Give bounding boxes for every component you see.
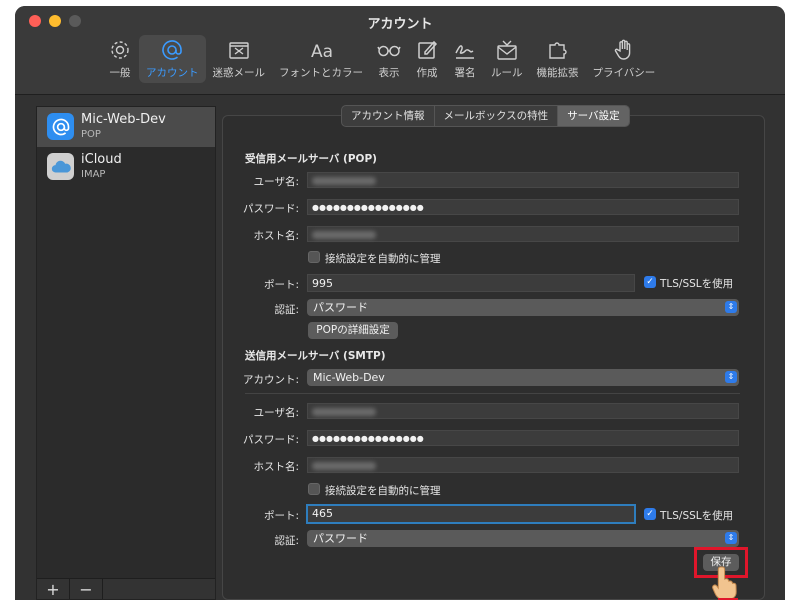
tab-extensions-label: 機能拡張 <box>536 67 579 79</box>
outgoing-tls-checkbox[interactable]: ✓ <box>644 508 656 520</box>
outgoing-auto-manage-label: 接続設定を自動的に管理 <box>325 485 441 497</box>
tab-privacy[interactable]: プライバシー <box>586 35 663 83</box>
outgoing-password-field[interactable]: ●●●●●●●●●●●●●●●● <box>307 430 739 446</box>
tab-signatures-label: 署名 <box>454 67 476 79</box>
outgoing-password-label: パスワード: <box>242 434 299 446</box>
puzzle-icon <box>548 42 567 59</box>
at-icon <box>162 40 183 60</box>
incoming-tls-label: TLS/SSLを使用 <box>660 278 734 290</box>
sidebar-toolbar: + − <box>37 578 215 599</box>
outgoing-section-title: 送信用メールサーバ (SMTP) <box>245 350 386 362</box>
tab-server-settings[interactable]: サーバ設定 <box>558 106 629 126</box>
signature-icon <box>455 45 474 59</box>
incoming-port-field[interactable]: 995 <box>307 274 635 292</box>
outgoing-port-label: ポート: <box>263 510 299 522</box>
chevron-updown-icon: ⇕ <box>725 371 737 383</box>
account-item-mic-web-dev[interactable]: Mic-Web-Dev POP <box>37 107 215 147</box>
tab-extensions[interactable]: 機能拡張 <box>530 35 586 83</box>
tab-rules-label: ルール <box>491 67 523 79</box>
account-list: Mic-Web-Dev POP iCloud IMAP + − <box>36 106 216 600</box>
outgoing-account-label: アカウント: <box>242 374 299 386</box>
hand-icon <box>614 39 631 60</box>
at-icon <box>47 113 74 140</box>
outgoing-auth-label: 認証: <box>274 535 299 547</box>
outgoing-account-value: Mic-Web-Dev <box>313 371 385 384</box>
tab-mailbox-behaviors[interactable]: メールボックスの特性 <box>435 106 559 126</box>
outgoing-auth-value: パスワード <box>313 532 368 545</box>
tab-junk-label: 迷惑メール <box>212 67 266 79</box>
account-name: Mic-Web-Dev <box>81 112 166 127</box>
incoming-auto-manage-label: 接続設定を自動的に管理 <box>325 253 441 265</box>
section-divider <box>245 393 740 394</box>
tab-general-label: 一般 <box>109 67 131 79</box>
outgoing-account-select[interactable]: Mic-Web-Dev ⇕ <box>307 369 739 386</box>
tab-compose-label: 作成 <box>416 67 438 79</box>
incoming-password-field[interactable]: ●●●●●●●●●●●●●●●● <box>307 199 739 215</box>
chevron-updown-icon: ⇕ <box>725 532 737 544</box>
incoming-username-field[interactable] <box>307 172 739 188</box>
add-account-button[interactable]: + <box>37 579 70 599</box>
remove-account-button[interactable]: − <box>70 579 103 599</box>
compose-icon <box>418 40 438 59</box>
outgoing-auto-manage-checkbox[interactable] <box>308 483 320 495</box>
svg-text:Aa: Aa <box>311 42 333 62</box>
incoming-auth-label: 認証: <box>274 304 299 316</box>
titlebar: アカウント 一般 アカウント 迷惑メール Aa フォントとカラー 表示 作成 署… <box>15 6 785 95</box>
incoming-section-title: 受信用メールサーバ (POP) <box>245 153 377 165</box>
incoming-auto-manage-checkbox[interactable] <box>308 251 320 263</box>
tab-signatures[interactable]: 署名 <box>446 35 484 83</box>
junk-icon <box>229 42 249 59</box>
tab-compose[interactable]: 作成 <box>408 35 446 83</box>
incoming-auth-value: パスワード <box>313 301 368 314</box>
window-title: アカウント <box>367 17 433 32</box>
tab-fonts-label: フォントとカラー <box>279 67 363 79</box>
outgoing-host-label: ホスト名: <box>253 461 299 473</box>
tab-accounts-label: アカウント <box>146 67 199 79</box>
incoming-tls-checkbox[interactable]: ✓ <box>644 276 656 288</box>
tab-view[interactable]: 表示 <box>370 35 408 83</box>
tab-account-info[interactable]: アカウント情報 <box>342 106 435 126</box>
font-icon: Aa <box>311 42 333 62</box>
tab-fonts[interactable]: Aa フォントとカラー <box>272 35 370 83</box>
outgoing-auth-select[interactable]: パスワード ⇕ <box>307 530 739 547</box>
pointer-hand-icon <box>712 566 738 600</box>
outgoing-tls-label: TLS/SSLを使用 <box>660 510 734 522</box>
account-name: iCloud <box>81 152 122 167</box>
outgoing-username-field[interactable] <box>307 403 739 419</box>
outgoing-port-field[interactable]: 465 <box>306 504 636 524</box>
glasses-icon <box>377 45 401 57</box>
pop-advanced-button[interactable]: POPの詳細設定 <box>308 322 398 339</box>
incoming-host-field[interactable] <box>307 226 739 242</box>
gear-icon <box>111 41 129 59</box>
tab-privacy-label: プライバシー <box>592 67 656 79</box>
preferences-window: アカウント 一般 アカウント 迷惑メール Aa フォントとカラー 表示 作成 署… <box>15 6 785 600</box>
account-type: IMAP <box>81 169 106 180</box>
tab-rules[interactable]: ルール <box>484 35 530 83</box>
tab-junk[interactable]: 迷惑メール <box>206 35 273 83</box>
rules-icon <box>497 40 517 60</box>
chevron-updown-icon: ⇕ <box>725 301 737 313</box>
account-item-icloud[interactable]: iCloud IMAP <box>37 147 215 187</box>
incoming-host-label: ホスト名: <box>253 230 299 242</box>
incoming-auth-select[interactable]: パスワード ⇕ <box>307 299 739 316</box>
account-type: POP <box>81 129 101 140</box>
outgoing-username-label: ユーザ名: <box>253 407 299 419</box>
tab-accounts[interactable]: アカウント <box>139 35 206 83</box>
incoming-port-label: ポート: <box>263 279 299 291</box>
toolbar: 一般 アカウント 迷惑メール Aa フォントとカラー 表示 作成 署名 ルール … <box>101 35 662 85</box>
settings-tabs: アカウント情報 メールボックスの特性 サーバ設定 <box>341 105 630 127</box>
tab-view-label: 表示 <box>378 67 400 79</box>
incoming-password-label: パスワード: <box>242 203 299 215</box>
incoming-username-label: ユーザ名: <box>253 176 299 188</box>
cloud-icon <box>47 153 74 180</box>
outgoing-host-field[interactable] <box>307 457 739 473</box>
tab-general[interactable]: 一般 <box>101 35 139 83</box>
